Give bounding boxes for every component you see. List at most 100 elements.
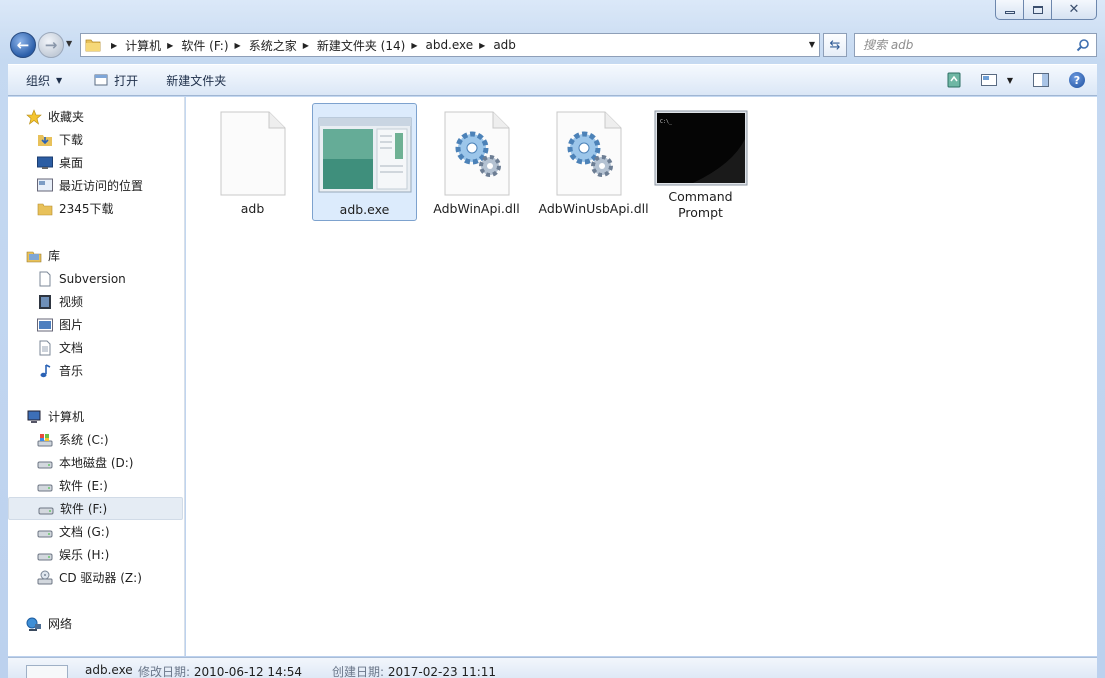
back-arrow-icon: ←: [16, 36, 30, 54]
created-date: 2017-02-23 11:11: [387, 665, 497, 678]
preview-pane-button[interactable]: [1033, 73, 1049, 87]
network-icon: [26, 616, 42, 632]
minimize-button[interactable]: [995, 0, 1023, 20]
new-folder-label: 新建文件夹: [166, 73, 227, 88]
forward-button[interactable]: →: [38, 32, 64, 58]
breadcrumb-item[interactable]: ▶ abd.exe: [405, 38, 473, 52]
change-view-button[interactable]: [947, 72, 961, 88]
organize-button[interactable]: 组织 ▼: [8, 65, 72, 95]
command-prompt-icon: C:\_: [653, 109, 749, 187]
nav-item-drive-d[interactable]: 本地磁盘 (D:): [8, 451, 183, 474]
open-icon: [94, 74, 108, 86]
recent-pages-dropdown[interactable]: ▼: [66, 39, 72, 48]
organize-label: 组织: [26, 73, 51, 88]
chevron-down-icon: ▼: [1006, 75, 1013, 85]
breadcrumb-separator-icon[interactable]: ▶: [303, 41, 309, 50]
refresh-icon: ⇆: [829, 37, 841, 53]
open-label: 打开: [114, 73, 139, 88]
breadcrumb-item[interactable]: ▶ 新建文件夹 (14): [297, 37, 406, 54]
nav-item-downloads[interactable]: 下载: [8, 128, 183, 151]
desktop-icon: [37, 155, 53, 171]
nav-item-documents[interactable]: 文档: [8, 336, 183, 359]
caption-buttons: ✕: [995, 0, 1097, 20]
maximize-button[interactable]: [1023, 0, 1051, 20]
address-dropdown-icon[interactable]: ▼: [809, 40, 815, 49]
document-icon: [37, 271, 53, 287]
selected-file-thumbnail: [26, 665, 68, 678]
details-modified: 修改日期: 2010-06-12 14:54: [138, 663, 302, 678]
nav-item-drive-g[interactable]: 文档 (G:): [8, 520, 183, 543]
nav-item-pictures[interactable]: 图片: [8, 313, 183, 336]
blank-file-icon: [205, 109, 301, 199]
back-button[interactable]: ←: [10, 32, 36, 58]
documents-icon: [37, 340, 53, 356]
breadcrumb-separator-icon[interactable]: ▶: [235, 41, 241, 50]
chevron-down-icon: ▼: [56, 75, 63, 85]
nav-item-videos[interactable]: 视频: [8, 290, 183, 313]
views-icon: [980, 74, 997, 86]
nav-item-drive-e[interactable]: 软件 (E:): [8, 474, 183, 497]
change-view-icon: [947, 72, 961, 88]
address-bar[interactable]: ▶ 计算机 ▶ 软件 (F:) ▶ 系统之家 ▶ 新建文件夹 (14) ▶ abd.exe…: [80, 33, 820, 57]
breadcrumb-item[interactable]: ▶ 软件 (F:): [161, 37, 228, 54]
nav-item-music[interactable]: 音乐: [8, 359, 183, 382]
close-button[interactable]: ✕: [1051, 0, 1097, 20]
file-list: adb adb.exe AdbWinApi.dll AdbWinUsbApi.d…: [186, 97, 1097, 656]
computer-icon: [26, 409, 42, 425]
nav-item-desktop[interactable]: 桌面: [8, 151, 183, 174]
breadcrumb-item[interactable]: ▶ 计算机: [105, 37, 161, 54]
help-icon: ?: [1069, 72, 1085, 88]
search-input[interactable]: [863, 38, 1063, 52]
cd-drive-icon: [37, 570, 53, 586]
hard-drive-icon: [38, 501, 54, 517]
created-label: 创建日期:: [332, 665, 385, 678]
modified-date: 2010-06-12 14:54: [193, 665, 303, 678]
dll-gear-icon: [429, 109, 525, 199]
hard-drive-icon: [37, 455, 53, 471]
help-button[interactable]: ?: [1069, 72, 1085, 88]
video-icon: [37, 294, 53, 310]
hard-drive-icon: [37, 478, 53, 494]
music-note-icon: [37, 363, 53, 379]
search-box[interactable]: [854, 33, 1097, 57]
breadcrumb-separator-icon[interactable]: ▶: [167, 41, 173, 50]
library-icon: [26, 248, 42, 264]
breadcrumb-separator-icon[interactable]: ▶: [479, 41, 485, 50]
nav-network[interactable]: 网络: [8, 612, 183, 635]
nav-computer[interactable]: 计算机: [8, 405, 183, 428]
file-item-adbwinapi-dll[interactable]: AdbWinApi.dll: [424, 103, 529, 221]
file-item-adb[interactable]: adb: [200, 103, 305, 221]
view-controls: ▼ ?: [941, 65, 1091, 95]
nav-item-2345-downloads[interactable]: 2345下载: [8, 197, 183, 220]
breadcrumb-separator-icon[interactable]: ▶: [111, 41, 117, 50]
breadcrumb-item[interactable]: ▶ adb: [473, 38, 516, 52]
pictures-icon: [37, 317, 53, 333]
nav-item-drive-h[interactable]: 娱乐 (H:): [8, 543, 183, 566]
nav-item-recent-places[interactable]: 最近访问的位置: [8, 174, 183, 197]
search-icon[interactable]: [1076, 38, 1090, 52]
file-item-adbwinusbapi-dll[interactable]: AdbWinUsbApi.dll: [536, 103, 649, 221]
nav-item-drive-z[interactable]: CD 驱动器 (Z:): [8, 566, 183, 589]
breadcrumb-item[interactable]: ▶ 系统之家: [229, 37, 297, 54]
folder-icon: [37, 201, 53, 217]
application-icon: [317, 110, 413, 200]
download-folder-icon: [37, 132, 53, 148]
system-drive-icon: [37, 432, 53, 448]
nav-item-subversion[interactable]: Subversion: [8, 267, 183, 290]
forward-arrow-icon: →: [44, 36, 58, 54]
file-item-command-prompt[interactable]: C:\_ Command Prompt: [648, 103, 753, 221]
new-folder-button[interactable]: 新建文件夹: [148, 65, 236, 95]
preview-pane-icon: [1033, 73, 1049, 87]
dll-gear-icon: [541, 109, 637, 199]
breadcrumb-separator-icon[interactable]: ▶: [411, 41, 417, 50]
file-item-adb-exe[interactable]: adb.exe: [312, 103, 417, 221]
svg-text:C:\_: C:\_: [660, 119, 673, 125]
open-button[interactable]: 打开: [72, 65, 148, 95]
star-icon: [26, 108, 42, 125]
nav-favorites[interactable]: 收藏夹: [8, 105, 183, 128]
nav-libraries[interactable]: 库: [8, 244, 183, 267]
refresh-button[interactable]: ⇆: [823, 33, 847, 57]
views-menu-button[interactable]: ▼: [980, 74, 1013, 86]
nav-item-drive-f[interactable]: 软件 (F:): [8, 497, 183, 520]
nav-item-drive-c[interactable]: 系统 (C:): [8, 428, 183, 451]
